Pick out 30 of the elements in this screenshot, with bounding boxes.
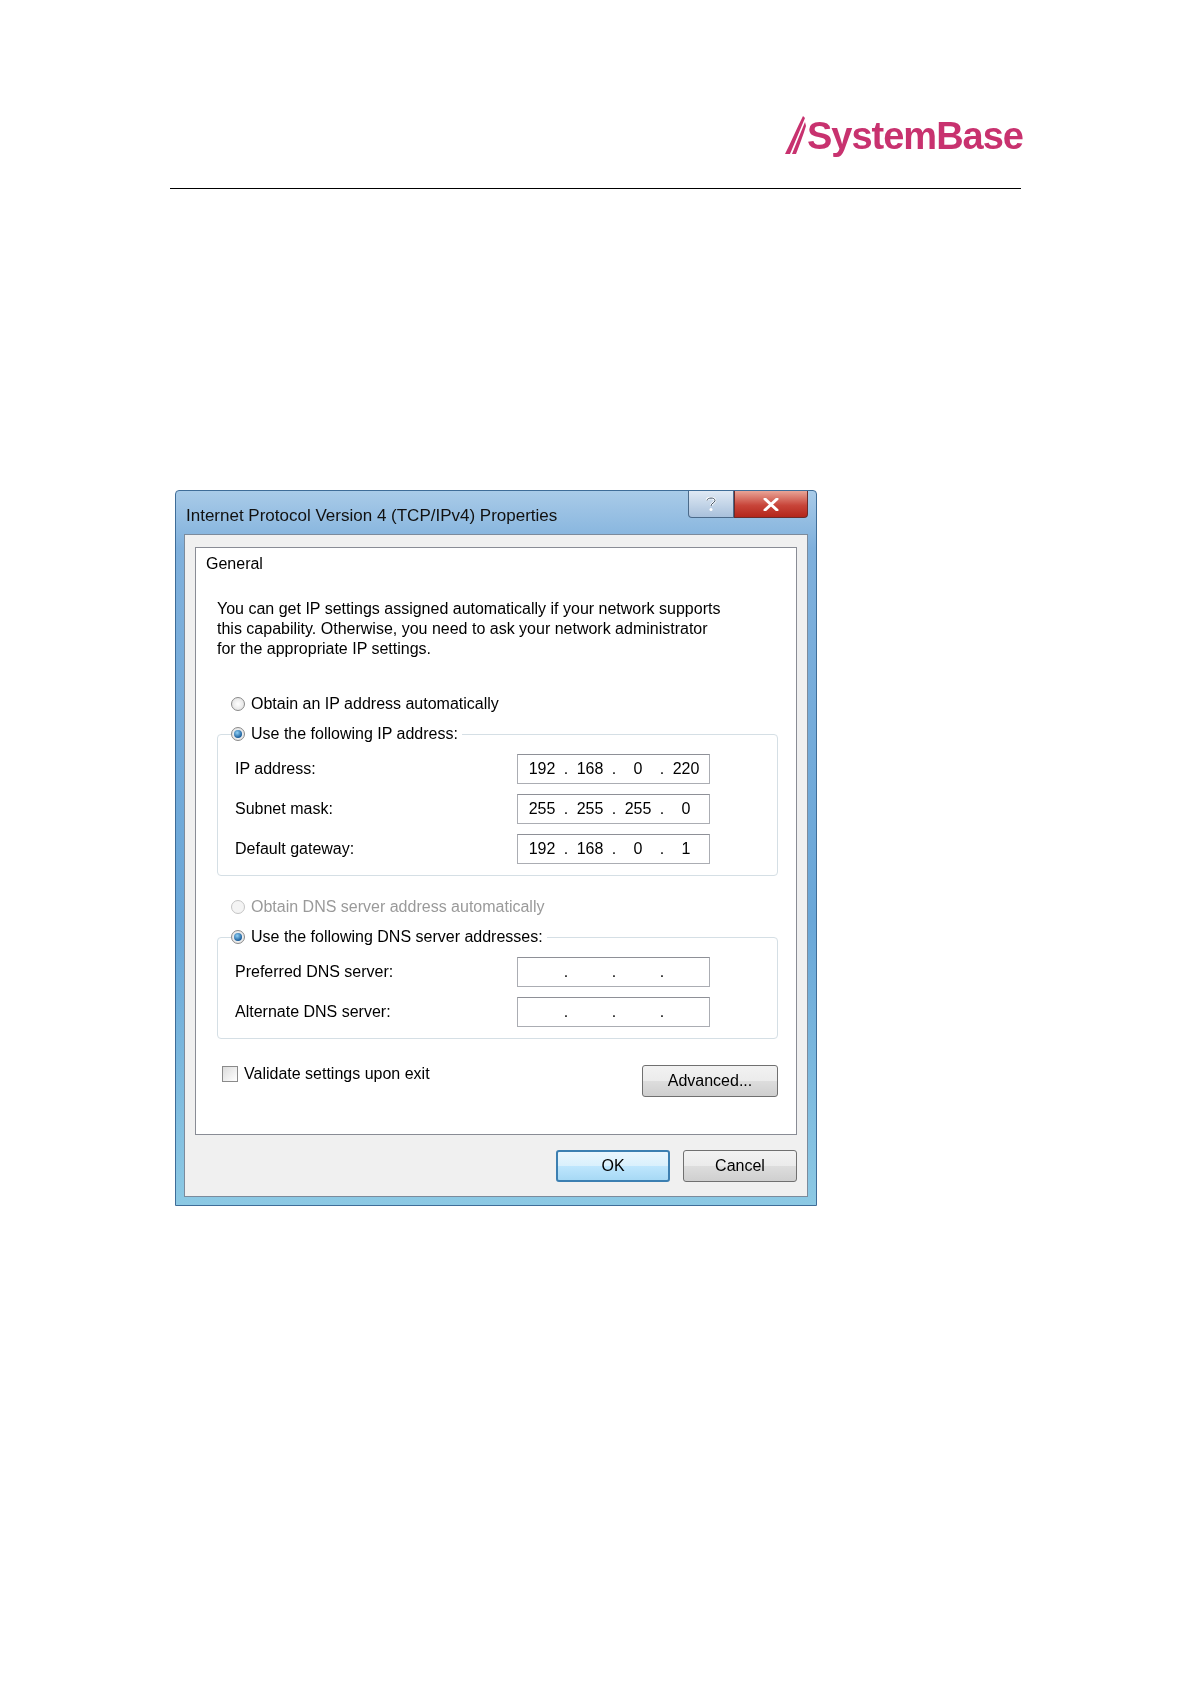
field-label: Subnet mask: xyxy=(235,800,333,818)
ip-address-field[interactable]: 192 . 168 . 0 . 220 xyxy=(517,754,710,784)
checkbox-label: Validate settings upon exit xyxy=(244,1065,430,1083)
help-icon xyxy=(705,496,717,512)
radio-button[interactable] xyxy=(231,930,245,944)
default-button[interactable]: OK xyxy=(556,1150,670,1182)
logo-text: SystemBase xyxy=(806,114,1023,158)
help-button[interactable] xyxy=(688,491,734,518)
radio-label: Use the following IP address: xyxy=(251,725,458,743)
radio-button[interactable] xyxy=(231,697,245,711)
radio-button[interactable] xyxy=(231,727,245,741)
close-button[interactable] xyxy=(734,491,808,518)
close-icon xyxy=(763,497,779,511)
radio-label: Obtain an IP address automatically xyxy=(251,695,499,713)
field-label: Default gateway: xyxy=(235,840,355,858)
field-label: Preferred DNS server: xyxy=(235,963,394,981)
radio-label: Use the following DNS server addresses: xyxy=(251,928,543,946)
ip-address-field[interactable]: 192 . 168 . 0 . 1 xyxy=(517,834,710,864)
ip-address-field[interactable]: 255 . 255 . 255 . 0 xyxy=(517,794,710,824)
window-title: Internet Protocol Version 4 (TCP/IPv4) Properties xyxy=(185,505,559,526)
tab[interactable]: General xyxy=(195,547,797,579)
dialog-button[interactable]: Cancel xyxy=(683,1150,797,1182)
ip-address-field[interactable]: . . . xyxy=(517,997,710,1027)
checkbox[interactable] xyxy=(222,1066,238,1082)
field-label: IP address: xyxy=(235,760,316,778)
advanced-button[interactable]: Advanced... xyxy=(642,1065,778,1097)
ip-address-field[interactable]: . . . xyxy=(517,957,710,987)
field-label: Alternate DNS server: xyxy=(235,1003,391,1021)
radio-label: Obtain DNS server address automatically xyxy=(251,898,545,916)
description-text: You can get IP settings assigned automatically if your network supports this capability. Otherwise, you need to ask your network administrator for the appropriate IP settings. xyxy=(217,599,722,659)
